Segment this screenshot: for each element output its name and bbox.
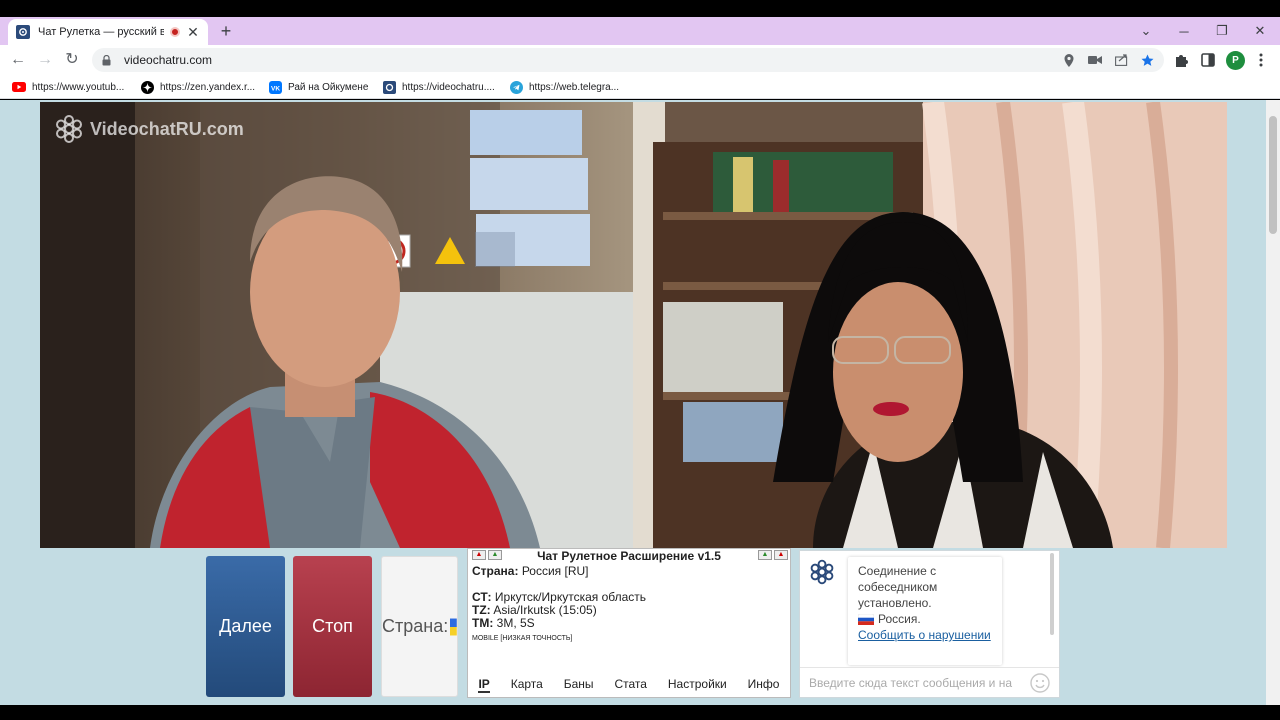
tab-bans[interactable]: Баны (564, 677, 594, 693)
city-value: Иркутск/Иркутская область (494, 590, 647, 604)
videochatru-favicon-icon (16, 25, 30, 39)
country-filter-label: Страна: (382, 616, 449, 636)
page-scrollbar[interactable] (1266, 100, 1280, 705)
side-panel-icon[interactable] (1199, 51, 1217, 69)
connection-message: Соединение с собеседником установлено. (858, 564, 938, 610)
videochat-page: VideochatRU.com Далее Стоп Страна: ▲ ▲ ▲… (0, 100, 1266, 705)
mobile-note: MOBILE [НИЗКАЯ ТОЧНОСТЬ] (472, 635, 573, 642)
close-window-icon[interactable]: ✕ (1241, 17, 1279, 45)
bookmarks-bar: https://www.youtub... https://zen.yandex… (0, 75, 1280, 99)
forward-arrow-icon[interactable]: → (35, 50, 55, 70)
videochatru-chat-logo-icon (810, 559, 834, 585)
partner-country: Россия. (878, 612, 921, 626)
svg-text:VK: VK (270, 85, 279, 92)
profile-avatar[interactable]: P (1226, 51, 1245, 70)
close-tab-icon[interactable]: ✕ (186, 24, 200, 41)
extension-tabs: IP Карта Баны Стата Настройки Инфо (468, 677, 790, 693)
new-tab-icon[interactable]: + (216, 21, 236, 41)
emoji-icon[interactable] (1030, 673, 1050, 693)
browser-toolbar: ← → ↻ videochatru.com (0, 45, 1280, 75)
self-video (633, 102, 1227, 548)
bookmark-vk[interactable]: VK Рай на Ойкумене (268, 79, 368, 95)
chat-scrollbar[interactable] (1050, 553, 1054, 635)
tab-search-chevron-icon[interactable]: ⌄ (1127, 17, 1165, 45)
vk-icon: VK (268, 80, 282, 94)
lock-icon (102, 54, 112, 66)
tm-key: ТМ: (472, 616, 494, 630)
screen-top-bar (0, 0, 1280, 17)
reload-icon[interactable]: ↻ (62, 50, 82, 70)
tab-ip[interactable]: IP (478, 677, 490, 693)
camera-icon[interactable] (1088, 52, 1102, 68)
page-scrollbar-thumb[interactable] (1269, 116, 1277, 234)
bookmark-youtube[interactable]: https://www.youtub... (12, 79, 124, 95)
youtube-icon (12, 80, 26, 94)
zen-icon (140, 80, 154, 94)
tab-strip: Чат Рулетка — русский вид ✕ + ⌄ ─ ❐ ✕ (0, 17, 1280, 45)
message-input[interactable]: Введите сюда текст сообщения и на (800, 667, 1059, 697)
videochatru-icon (382, 80, 396, 94)
stop-button[interactable]: Стоп (293, 556, 372, 697)
bookmark-videochatru[interactable]: https://videochatru.... (382, 79, 495, 95)
next-button[interactable]: Далее (206, 556, 285, 697)
minimize-icon[interactable]: ─ (1165, 17, 1203, 45)
tm-value: 3М, 5S (496, 616, 535, 630)
browser-tab[interactable]: Чат Рулетка — русский вид ✕ (8, 19, 208, 45)
extensions-puzzle-icon[interactable] (1172, 51, 1190, 69)
tab-info[interactable]: Инфо (748, 677, 780, 693)
russia-flag-icon (858, 613, 874, 625)
country-key: Страна: (472, 564, 519, 578)
address-bar[interactable]: videochatru.com (92, 48, 1164, 72)
videochatru-logo-icon (56, 115, 82, 143)
tab-title: Чат Рулетка — русский вид (38, 26, 164, 38)
restore-icon[interactable]: ❐ (1203, 17, 1241, 45)
country-filter-button[interactable]: Страна: (381, 556, 458, 697)
recording-indicator-icon (170, 27, 180, 37)
share-icon[interactable] (1114, 52, 1128, 68)
tz-key: TZ: (472, 603, 491, 617)
telegram-icon (509, 80, 523, 94)
tab-settings[interactable]: Настройки (668, 677, 727, 693)
url-text: videochatru.com (124, 53, 213, 67)
location-pin-icon[interactable] (1062, 52, 1076, 68)
tab-stats[interactable]: Стата (614, 677, 646, 693)
bookmark-star-icon[interactable] (1140, 52, 1154, 68)
city-key: СТ: (472, 590, 492, 604)
back-arrow-icon[interactable]: ← (8, 50, 28, 70)
message-input-placeholder: Введите сюда текст сообщения и на (809, 675, 1012, 690)
bookmark-zen[interactable]: https://zen.yandex.r... (140, 79, 255, 95)
system-message-bubble: Соединение с собеседником установлено. Р… (848, 557, 1002, 665)
extension-title: Чат Рулетное Расширение v1.5 (537, 549, 721, 563)
ukraine-flag-icon (450, 618, 457, 635)
tz-value: Asia/Irkutsk (15:05) (493, 603, 597, 617)
screen-bottom-bar (0, 705, 1280, 720)
tab-map[interactable]: Карта (511, 677, 543, 693)
country-value: Россия [RU] (521, 564, 589, 578)
partner-video: VideochatRU.com (40, 102, 633, 548)
extension-panel: ▲ ▲ ▲ ▲ Чат Рулетное Расширение v1.5 Стр… (467, 548, 791, 698)
chat-panel: Соединение с собеседником установлено. Р… (799, 550, 1060, 698)
logo-text: VideochatRU.com (90, 118, 244, 139)
bookmark-telegram[interactable]: https://web.telegra... (509, 79, 619, 95)
report-violation-link[interactable]: Сообщить о нарушении (858, 627, 992, 643)
menu-kebab-icon[interactable] (1252, 51, 1270, 69)
site-logo: VideochatRU.com (54, 114, 244, 144)
